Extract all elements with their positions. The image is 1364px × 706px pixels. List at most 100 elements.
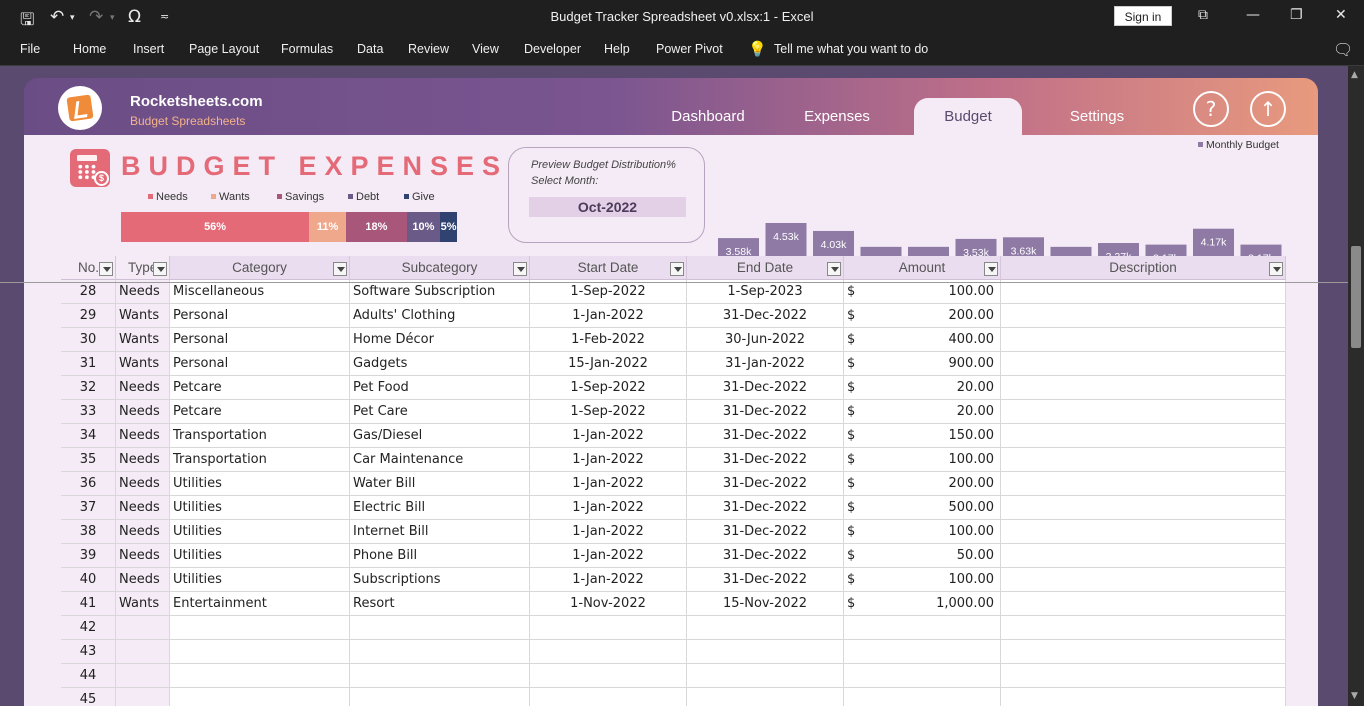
cell-amt[interactable]: $100.00: [844, 280, 1001, 304]
cell-no[interactable]: 28: [61, 280, 116, 304]
cell-no[interactable]: 44: [61, 664, 116, 688]
cell-amt[interactable]: $20.00: [844, 376, 1001, 400]
cell-sub[interactable]: Phone Bill: [350, 544, 530, 568]
cell-amt[interactable]: $20.00: [844, 400, 1001, 424]
filter-dropdown-icon[interactable]: [670, 262, 684, 276]
cell-sub[interactable]: Water Bill: [350, 472, 530, 496]
tab-review[interactable]: Review: [408, 42, 449, 56]
cell-ed[interactable]: 1-Sep-2023: [687, 280, 844, 304]
cell-sub[interactable]: Software Subscription: [350, 280, 530, 304]
cell-description[interactable]: [1001, 424, 1286, 448]
scroll-top-icon[interactable]: ↑: [1250, 91, 1286, 127]
scrollbar-thumb[interactable]: [1351, 246, 1361, 348]
cell-type[interactable]: Needs: [116, 280, 170, 304]
cell-sd[interactable]: 1-Jan-2022: [530, 424, 687, 448]
cell-ed[interactable]: 31-Dec-2022: [687, 376, 844, 400]
cell-description[interactable]: [1001, 304, 1286, 328]
cell-ed[interactable]: 31-Dec-2022: [687, 472, 844, 496]
vertical-scrollbar[interactable]: ▲ ▼: [1348, 66, 1364, 706]
cell-cat[interactable]: Personal: [170, 304, 350, 328]
filter-dropdown-icon[interactable]: [153, 262, 167, 276]
cell-type[interactable]: Wants: [116, 328, 170, 352]
cell-ed[interactable]: [687, 688, 844, 706]
cell-type[interactable]: [116, 688, 170, 706]
cell-sd[interactable]: 1-Jan-2022: [530, 520, 687, 544]
cell-sub[interactable]: Pet Care: [350, 400, 530, 424]
tab-home[interactable]: Home: [73, 42, 106, 56]
cell-amt[interactable]: $900.00: [844, 352, 1001, 376]
tab-file[interactable]: File: [20, 42, 40, 56]
cell-description[interactable]: [1001, 664, 1286, 688]
cell-sd[interactable]: 15-Jan-2022: [530, 352, 687, 376]
cell-sd[interactable]: [530, 616, 687, 640]
cell-ed[interactable]: 31-Dec-2022: [687, 448, 844, 472]
comments-icon[interactable]: 🗨: [1333, 40, 1353, 59]
cell-no[interactable]: 39: [61, 544, 116, 568]
cell-sub[interactable]: Adults' Clothing: [350, 304, 530, 328]
cell-cat[interactable]: [170, 688, 350, 706]
tab-help[interactable]: Help: [604, 42, 630, 56]
cell-sub[interactable]: Electric Bill: [350, 496, 530, 520]
cell-sub[interactable]: Internet Bill: [350, 520, 530, 544]
cell-ed[interactable]: [687, 616, 844, 640]
filter-dropdown-icon[interactable]: [333, 262, 347, 276]
cell-cat[interactable]: [170, 664, 350, 688]
scroll-up-icon[interactable]: ▲: [1351, 70, 1358, 80]
cell-amt[interactable]: $200.00: [844, 472, 1001, 496]
cell-cat[interactable]: Personal: [170, 328, 350, 352]
cell-no[interactable]: 42: [61, 616, 116, 640]
cell-amt[interactable]: $150.00: [844, 424, 1001, 448]
cell-sub[interactable]: [350, 664, 530, 688]
cell-cat[interactable]: Utilities: [170, 496, 350, 520]
cell-cat[interactable]: Transportation: [170, 448, 350, 472]
cell-sd[interactable]: [530, 640, 687, 664]
cell-ed[interactable]: 31-Dec-2022: [687, 544, 844, 568]
cell-amt[interactable]: $200.00: [844, 304, 1001, 328]
cell-description[interactable]: [1001, 616, 1286, 640]
scroll-down-icon[interactable]: ▼: [1351, 691, 1358, 701]
cell-type[interactable]: Needs: [116, 400, 170, 424]
cell-no[interactable]: 45: [61, 688, 116, 706]
cell-no[interactable]: 34: [61, 424, 116, 448]
cell-ed[interactable]: 31-Dec-2022: [687, 568, 844, 592]
brand-name[interactable]: Rocketsheets.com: [130, 93, 263, 110]
cell-ed[interactable]: 30-Jun-2022: [687, 328, 844, 352]
month-selector[interactable]: Oct-2022: [529, 197, 686, 217]
cell-cat[interactable]: Miscellaneous: [170, 280, 350, 304]
cell-ed[interactable]: 31-Dec-2022: [687, 424, 844, 448]
cell-description[interactable]: [1001, 496, 1286, 520]
cell-type[interactable]: Needs: [116, 472, 170, 496]
cell-no[interactable]: 43: [61, 640, 116, 664]
ribbon-display-icon[interactable]: ⧉: [1198, 7, 1208, 23]
cell-amt[interactable]: [844, 664, 1001, 688]
cell-description[interactable]: [1001, 640, 1286, 664]
cell-description[interactable]: [1001, 568, 1286, 592]
cell-amt[interactable]: $500.00: [844, 496, 1001, 520]
cell-amt[interactable]: $1,000.00: [844, 592, 1001, 616]
cell-type[interactable]: Needs: [116, 424, 170, 448]
cell-sub[interactable]: Gas/Diesel: [350, 424, 530, 448]
tab-view[interactable]: View: [472, 42, 499, 56]
cell-ed[interactable]: 31-Dec-2022: [687, 400, 844, 424]
cell-type[interactable]: Needs: [116, 520, 170, 544]
filter-dropdown-icon[interactable]: [99, 262, 113, 276]
cell-sub[interactable]: [350, 640, 530, 664]
cell-amt[interactable]: $100.00: [844, 568, 1001, 592]
cell-type[interactable]: Wants: [116, 592, 170, 616]
nav-settings[interactable]: Settings: [1042, 98, 1152, 135]
cell-sd[interactable]: 1-Sep-2022: [530, 400, 687, 424]
filter-dropdown-icon[interactable]: [827, 262, 841, 276]
cell-cat[interactable]: Entertainment: [170, 592, 350, 616]
cell-no[interactable]: 30: [61, 328, 116, 352]
cell-cat[interactable]: Utilities: [170, 520, 350, 544]
cell-type[interactable]: Wants: [116, 352, 170, 376]
cell-description[interactable]: [1001, 400, 1286, 424]
cell-amt[interactable]: [844, 640, 1001, 664]
cell-cat[interactable]: Petcare: [170, 376, 350, 400]
cell-sd[interactable]: 1-Jan-2022: [530, 304, 687, 328]
cell-amt[interactable]: [844, 616, 1001, 640]
cell-no[interactable]: 35: [61, 448, 116, 472]
cell-sd[interactable]: 1-Sep-2022: [530, 376, 687, 400]
cell-sd[interactable]: 1-Jan-2022: [530, 496, 687, 520]
cell-no[interactable]: 38: [61, 520, 116, 544]
